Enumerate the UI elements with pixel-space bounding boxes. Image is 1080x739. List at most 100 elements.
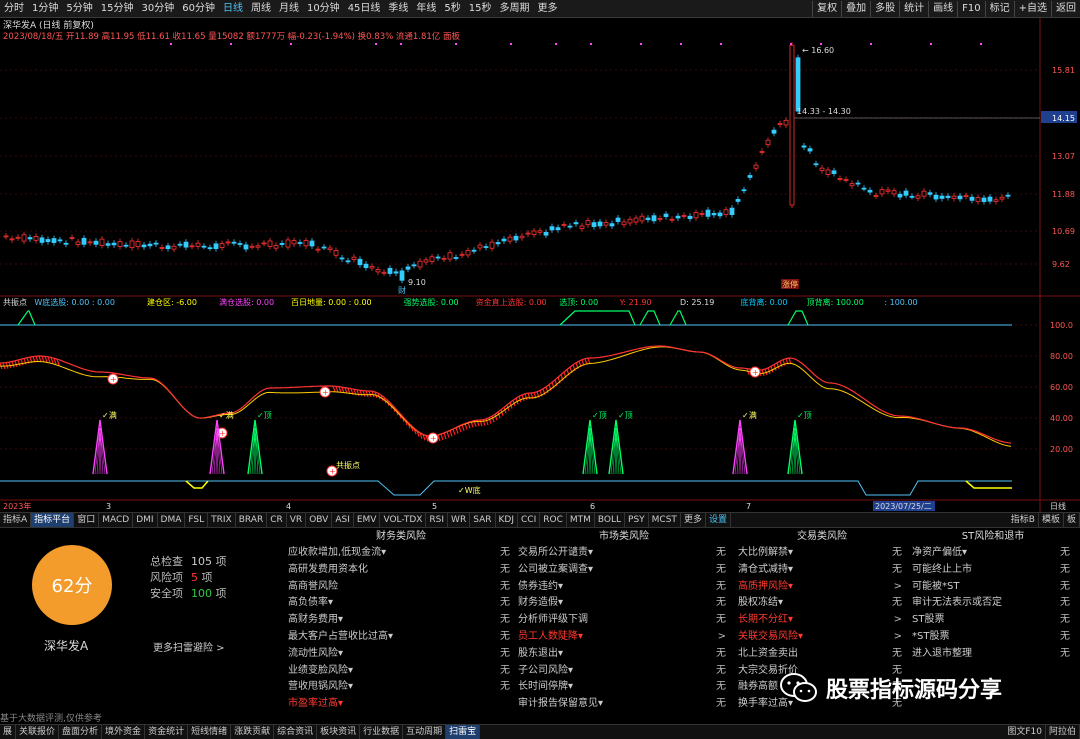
indicator-tab[interactable]: VR — [287, 513, 307, 527]
risk-item[interactable]: 高商誉风险 无 — [286, 579, 516, 596]
indicator-tab[interactable]: WR — [448, 513, 471, 527]
indicator-tab[interactable]: TRIX — [208, 513, 236, 527]
risk-item[interactable]: ST股票 无 — [910, 612, 1076, 629]
risk-item[interactable]: 长期不分红▾ > — [736, 612, 908, 629]
risk-item[interactable]: 债券违约▾ 无 — [516, 579, 732, 596]
toolbar-button[interactable]: 标记 — [984, 1, 1014, 17]
risk-item[interactable]: 大比例解禁▾ 无 — [736, 545, 908, 562]
indicator-tab[interactable]: 设置 — [706, 513, 731, 527]
indicator-tab[interactable]: 窗口 — [74, 513, 100, 527]
risk-item[interactable]: 股权冻结▾ 无 — [736, 595, 908, 612]
risk-item[interactable]: 北上资金卖出 无 — [736, 646, 908, 663]
risk-item[interactable]: 高质押风险▾ > — [736, 579, 908, 596]
risk-item[interactable]: 子公司风险▾ 无 — [516, 663, 732, 680]
bottom-tab[interactable]: 关联报价 — [16, 725, 60, 739]
toolbar-button[interactable]: 多股 — [870, 1, 899, 17]
indicator-tab[interactable]: FSL — [185, 513, 209, 527]
risk-item[interactable]: 高负债率▾ 无 — [286, 595, 516, 612]
timeframe-tab[interactable]: 5分钟 — [62, 0, 96, 18]
bottom-tab[interactable]: 盘面分析 — [59, 725, 103, 739]
bottom-tab[interactable]: 综合资讯 — [274, 725, 318, 739]
toolbar-button[interactable]: 返回 — [1051, 1, 1080, 17]
timeframe-tab[interactable]: 分时 — [0, 0, 28, 18]
timeframe-tab[interactable]: 更多 — [534, 0, 562, 18]
risk-item[interactable]: 分析师评级下调 无 — [516, 612, 732, 629]
risk-item[interactable]: 流动性风险▾ 无 — [286, 646, 516, 663]
risk-item[interactable]: 高财务费用▾ 无 — [286, 612, 516, 629]
risk-item[interactable]: 审计报告保留意见▾ 无 — [516, 696, 732, 713]
indicator-tab[interactable]: PSY — [625, 513, 649, 527]
risk-item[interactable]: 股东退出▾ 无 — [516, 646, 732, 663]
timeframe-tab[interactable]: 日线 — [219, 0, 247, 18]
indicator-tab[interactable]: MACD — [99, 513, 134, 527]
toolbar-button[interactable]: 统计 — [899, 1, 928, 17]
bottom-tab-right[interactable]: 图文F10 — [1004, 725, 1046, 739]
toolbar-button[interactable]: +自选 — [1013, 1, 1051, 17]
toolbar-button[interactable]: 画线 — [928, 1, 957, 17]
indicator-tab[interactable]: MCST — [649, 513, 681, 527]
timeframe-tab[interactable]: 30分钟 — [137, 0, 178, 18]
timeframe-tab[interactable]: 周线 — [247, 0, 275, 18]
indicator-tab[interactable]: CR — [267, 513, 287, 527]
indicator-tab[interactable]: KDJ — [496, 513, 518, 527]
indicator-tab[interactable]: MTM — [567, 513, 595, 527]
risk-item[interactable]: 进入退市整理 无 — [910, 646, 1076, 663]
toolbar-button[interactable]: 叠加 — [841, 1, 870, 17]
toolbar-button[interactable]: F10 — [957, 1, 984, 17]
indicator-tab-right[interactable]: 板 — [1064, 513, 1080, 527]
bottom-tab-right[interactable]: 阿拉伯 — [1046, 725, 1080, 739]
indicator-tab[interactable]: EMV — [354, 513, 381, 527]
indicator-tab[interactable]: RSI — [426, 513, 449, 527]
timeframe-tab[interactable]: 60分钟 — [178, 0, 219, 18]
risk-item[interactable]: 长时间停牌▾ 无 — [516, 679, 732, 696]
indicator-tab[interactable]: CCI — [518, 513, 541, 527]
indicator-tab[interactable]: ROC — [540, 513, 567, 527]
bottom-tab[interactable]: 扫雷宝 — [446, 725, 481, 739]
bottom-tab[interactable]: 境外资金 — [102, 725, 146, 739]
indicator-tab[interactable]: 更多 — [681, 513, 706, 527]
bottom-tab[interactable]: 涨跌贡献 — [231, 725, 275, 739]
timeframe-tab[interactable]: 15秒 — [465, 0, 496, 18]
bottom-tab[interactable]: 展 — [0, 725, 17, 739]
risk-item[interactable]: 高研发费用资本化 无 — [286, 562, 516, 579]
indicator-tab[interactable]: OBV — [306, 513, 333, 527]
timeframe-tab[interactable]: 10分钟 — [303, 0, 344, 18]
indicator-tab[interactable]: DMA — [158, 513, 186, 527]
bottom-tab[interactable]: 板块资讯 — [317, 725, 361, 739]
timeframe-tab[interactable]: 多周期 — [496, 0, 534, 18]
risk-item[interactable]: 可能被*ST 无 — [910, 579, 1076, 596]
risk-item[interactable]: 营收甩锅风险▾ 无 — [286, 679, 516, 696]
bottom-tab[interactable]: 行业数据 — [360, 725, 404, 739]
indicator-tab[interactable]: VOL-TDX — [380, 513, 427, 527]
timeframe-tab[interactable]: 年线 — [412, 0, 440, 18]
risk-item[interactable]: 清仓式减持▾ 无 — [736, 562, 908, 579]
timeframe-tab[interactable]: 季线 — [384, 0, 412, 18]
indicator-tab-right[interactable]: 指标B — [1008, 513, 1039, 527]
risk-item[interactable]: 关联交易风险▾ > — [736, 629, 908, 646]
indicator-tab[interactable]: BOLL — [595, 513, 626, 527]
risk-item[interactable]: 交易所公开谴责▾ 无 — [516, 545, 732, 562]
risk-item[interactable]: 可能终止上市 无 — [910, 562, 1076, 579]
timeframe-tab[interactable]: 5秒 — [440, 0, 464, 18]
timeframe-tab[interactable]: 45日线 — [344, 0, 385, 18]
bottom-tab[interactable]: 互动周期 — [403, 725, 447, 739]
risk-item[interactable]: 最大客户占营收比过高▾ 无 — [286, 629, 516, 646]
timeframe-tab[interactable]: 15分钟 — [97, 0, 138, 18]
risk-item[interactable]: 公司被立案调查▾ 无 — [516, 562, 732, 579]
risk-item[interactable]: 审计无法表示或否定 无 — [910, 595, 1076, 612]
kline-chart[interactable]: 深华发A (日线 前复权)2023/08/18/五 开11.89 高11.95 … — [0, 18, 1080, 512]
indicator-tab[interactable]: 指标平台 — [31, 513, 75, 527]
indicator-tab[interactable]: BRAR — [236, 513, 268, 527]
bottom-tab[interactable]: 资金统计 — [145, 725, 189, 739]
risk-item[interactable]: 业绩变脸风险▾ 无 — [286, 663, 516, 680]
indicator-tab[interactable]: SAR — [470, 513, 496, 527]
risk-item[interactable]: 员工人数陡降▾ > — [516, 629, 732, 646]
risk-item[interactable]: 市盈率过高▾ — [286, 696, 516, 713]
more-scan-link[interactable]: 更多扫雷避险 > — [153, 639, 225, 654]
indicator-tab[interactable]: 指标A — [0, 513, 32, 527]
timeframe-tab[interactable]: 1分钟 — [28, 0, 62, 18]
indicator-tab-right[interactable]: 模板 — [1039, 513, 1064, 527]
timeframe-tab[interactable]: 月线 — [275, 0, 303, 18]
bottom-tab[interactable]: 短线情绪 — [188, 725, 232, 739]
indicator-tab[interactable]: DMI — [133, 513, 158, 527]
